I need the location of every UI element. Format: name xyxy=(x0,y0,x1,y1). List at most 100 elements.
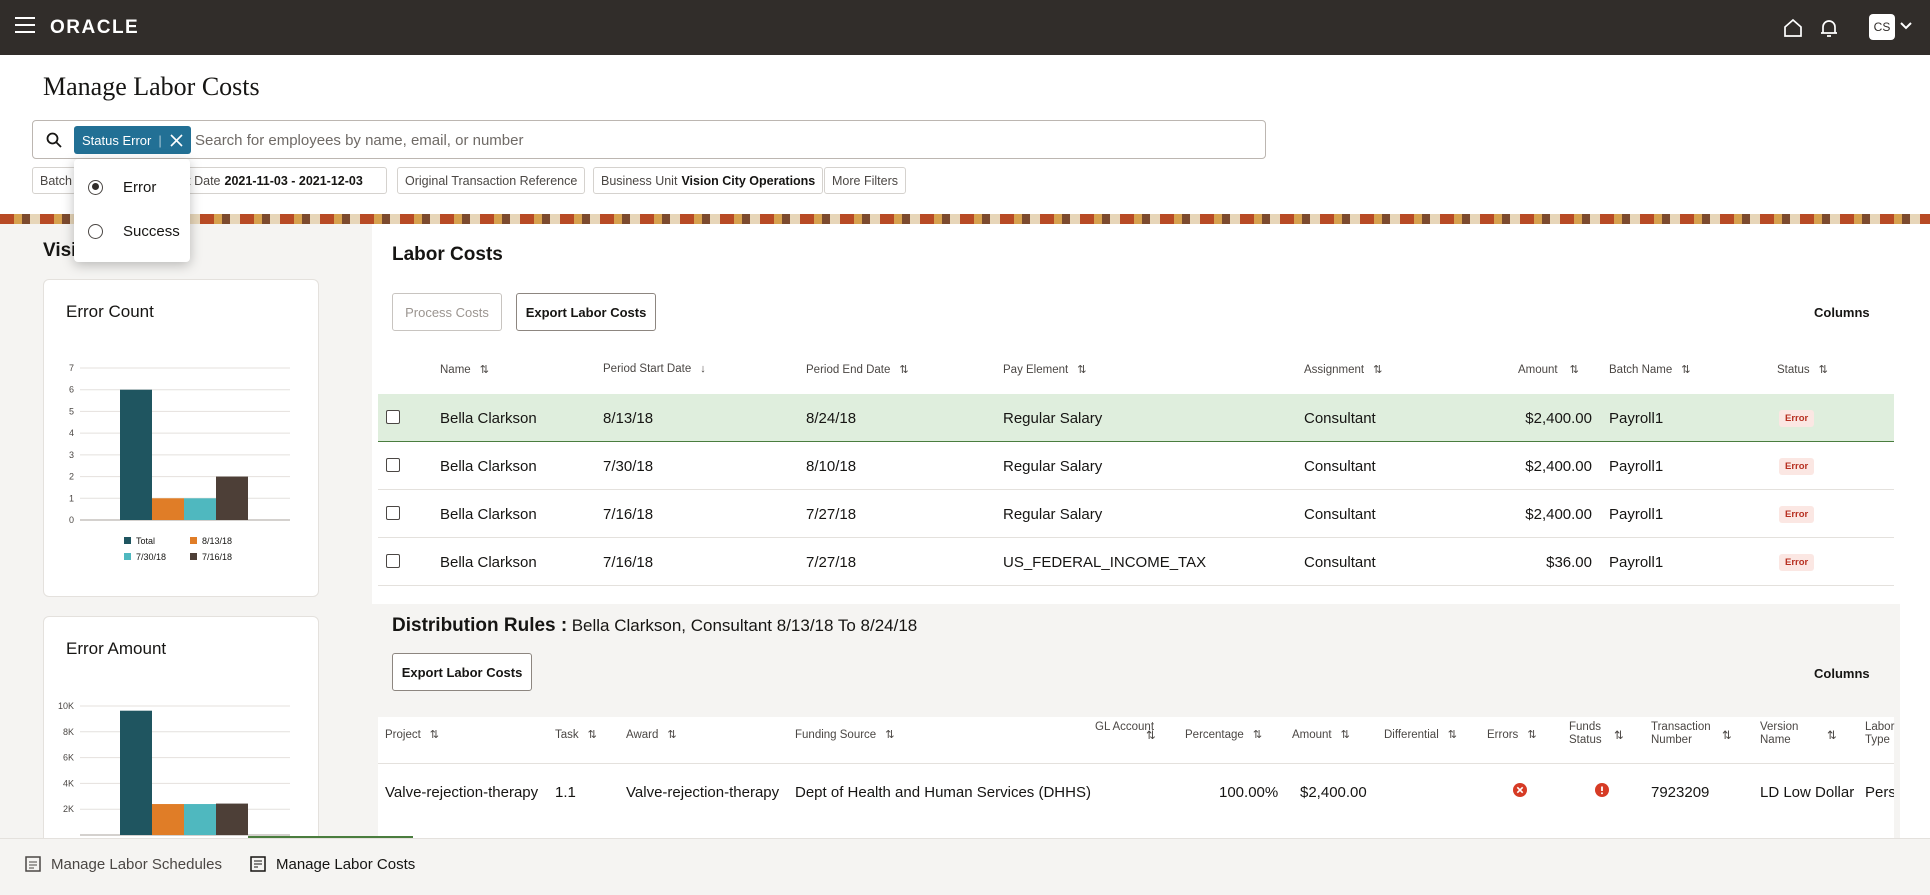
col-amount-dist[interactable]: Amount ⇅ xyxy=(1292,728,1350,742)
cell: 7/27/18 xyxy=(806,553,857,571)
col-task[interactable]: Task ⇅ xyxy=(555,728,597,742)
sort-icon[interactable]: ⇅ xyxy=(1614,728,1624,742)
sort-icon: ⇅ xyxy=(1569,364,1579,376)
sort-icon: ⇅ xyxy=(1447,729,1457,741)
col-labor-type[interactable]: Labor Type xyxy=(1865,721,1895,747)
row-checkbox[interactable] xyxy=(386,506,400,520)
col-percentage[interactable]: Percentage ⇅ xyxy=(1185,728,1262,742)
close-icon[interactable] xyxy=(170,133,183,147)
col-batch-name[interactable]: Batch Name ⇅ xyxy=(1609,363,1691,377)
col-funding-source[interactable]: Funding Source ⇅ xyxy=(795,728,894,742)
chip-separator: | xyxy=(158,132,162,148)
status-option-success[interactable]: Success xyxy=(88,218,180,244)
cell-amount: $2,400.00 xyxy=(1525,409,1592,427)
legend-label: 7/16/18 xyxy=(202,552,232,562)
col-errors[interactable]: Errors ⇅ xyxy=(1487,728,1537,742)
col-project[interactable]: Project ⇅ xyxy=(385,728,440,742)
status-badge: Error xyxy=(1779,410,1815,427)
y-tick-label: 2 xyxy=(69,472,74,482)
status-option-error[interactable]: Error xyxy=(88,174,156,200)
filter-original-transaction-reference[interactable]: Original Transaction Reference xyxy=(397,167,586,194)
filter-date[interactable]: rt Date 2021-11-03 - 2021-12-03 xyxy=(176,167,387,194)
sort-icon: ⇅ xyxy=(1373,364,1383,376)
col-status[interactable]: Status ⇅ xyxy=(1777,363,1828,377)
sort-icon: ⇅ xyxy=(429,729,440,741)
table-row[interactable]: Bella Clarkson 7/16/18 7/27/18 US_FEDERAL_I… xyxy=(378,538,1894,586)
y-tick-label: 1 xyxy=(69,493,74,503)
row-checkbox[interactable] xyxy=(386,410,400,424)
col-name[interactable]: Name ⇅ xyxy=(440,363,489,377)
search-input[interactable]: Search for employees by name, email, or … xyxy=(195,132,523,149)
cell: Regular Salary xyxy=(1003,457,1103,475)
col-award[interactable]: Award ⇅ xyxy=(626,728,677,742)
footer-tab-labor-costs[interactable]: Manage Labor Costs xyxy=(249,855,415,873)
legend-swatch xyxy=(190,537,197,544)
cell: 7/30/18 xyxy=(603,457,654,475)
sort-icon: ⇅ xyxy=(667,729,677,741)
export-labor-costs-button[interactable]: Export Labor Costs xyxy=(516,293,656,331)
error-x-icon[interactable] xyxy=(1513,783,1527,797)
col-pay-element[interactable]: Pay Element ⇅ xyxy=(1003,363,1087,377)
oracle-logo: ORACLE xyxy=(50,17,140,38)
sort-icon[interactable]: ⇅ xyxy=(1722,728,1732,742)
columns-button[interactable]: Columns xyxy=(1814,305,1870,320)
hamburger-menu-icon[interactable] xyxy=(15,17,35,35)
filter-business-unit[interactable]: Business Unit Vision City Operations xyxy=(593,167,824,194)
distribution-title: Distribution Rules : Bella Clarkson, Con… xyxy=(392,615,918,636)
error-count-card: Error Count 0 1 2 3 4 5 6 7 Total 8/13/18 7/30/18 7… xyxy=(43,279,319,597)
status-dropdown: Error Success xyxy=(74,159,190,262)
col-transaction-number[interactable]: Transaction Number xyxy=(1651,721,1715,747)
chip-label: Status Error xyxy=(82,132,152,148)
legend-label: 7/30/18 xyxy=(136,552,166,562)
cell-amount: $2,400.00 xyxy=(1525,505,1592,523)
more-filters-button[interactable]: More Filters xyxy=(824,167,906,194)
table-row[interactable]: Bella Clarkson 7/16/18 7/27/18 Regular Sala… xyxy=(378,490,1894,538)
col-period-end[interactable]: Period End Date ⇅ xyxy=(806,363,909,377)
distribution-row[interactable]: Valve-rejection-therapy 1.1 Valve-reject… xyxy=(0,768,1900,816)
legend-swatch xyxy=(124,553,131,560)
col-funds-status[interactable]: Funds Status xyxy=(1569,721,1605,747)
filter-label: Business Unit xyxy=(601,173,678,188)
notifications-bell-icon[interactable] xyxy=(1816,15,1842,41)
search-bar[interactable]: Status Error | Search for employees by n… xyxy=(32,120,1266,159)
col-version-name[interactable]: Version Name xyxy=(1760,721,1810,747)
table-row[interactable]: Bella Clarkson 7/30/18 8/10/18 Regular Sala… xyxy=(378,442,1894,490)
filter-batch[interactable]: Batch xyxy=(32,167,76,194)
row-checkbox[interactable] xyxy=(386,554,400,568)
table-row[interactable]: Bella Clarkson 8/13/18 8/24/18 Regular Sala… xyxy=(378,394,1894,442)
footer-tab-labor-schedules[interactable]: Manage Labor Schedules xyxy=(24,855,222,873)
y-tick-label: 10K xyxy=(58,701,74,711)
labor-costs-icon xyxy=(250,856,266,872)
cell: 8/24/18 xyxy=(806,409,857,427)
cell: Payroll1 xyxy=(1609,457,1664,475)
sort-icon: ⇅ xyxy=(1077,364,1087,376)
status-badge: Error xyxy=(1779,554,1815,571)
export-labor-costs-button-2[interactable]: Export Labor Costs xyxy=(392,653,532,691)
sort-icon: ⇅ xyxy=(1818,364,1828,376)
process-costs-button[interactable]: Process Costs xyxy=(392,293,502,331)
cell-task: 1.1 xyxy=(555,783,576,801)
legend-label: 8/13/18 xyxy=(202,536,232,546)
row-checkbox[interactable] xyxy=(386,458,400,472)
y-tick-label: 6K xyxy=(63,753,74,763)
col-differential[interactable]: Differential ⇅ xyxy=(1384,728,1457,742)
radio-icon xyxy=(88,223,103,239)
col-assignment[interactable]: Assignment ⇅ xyxy=(1304,363,1383,377)
columns-button-2[interactable]: Columns xyxy=(1814,666,1870,681)
home-icon[interactable] xyxy=(1780,15,1806,41)
decorative-banner xyxy=(0,214,1930,224)
cell-version-name: LD Low Dollar xyxy=(1760,783,1855,801)
sort-icon: ⇅ xyxy=(587,729,597,741)
user-avatar[interactable]: CS xyxy=(1869,14,1895,40)
sort-icon[interactable]: ⇅ xyxy=(1146,728,1156,742)
col-amount[interactable]: Amount ⇅ xyxy=(1518,363,1579,377)
col-period-start[interactable]: Period Start Date ↓ xyxy=(603,363,706,375)
funds-warning-icon[interactable] xyxy=(1595,783,1609,797)
cell: Payroll1 xyxy=(1609,553,1664,571)
cell: US_FEDERAL_INCOME_TAX xyxy=(1003,553,1207,571)
legend-swatch xyxy=(190,553,197,560)
chevron-down-icon[interactable] xyxy=(1898,18,1914,34)
status-filter-chip[interactable]: Status Error | xyxy=(74,126,191,154)
sort-icon[interactable]: ⇅ xyxy=(1827,728,1837,742)
cell-amount: $2,400.00 xyxy=(1300,783,1367,801)
